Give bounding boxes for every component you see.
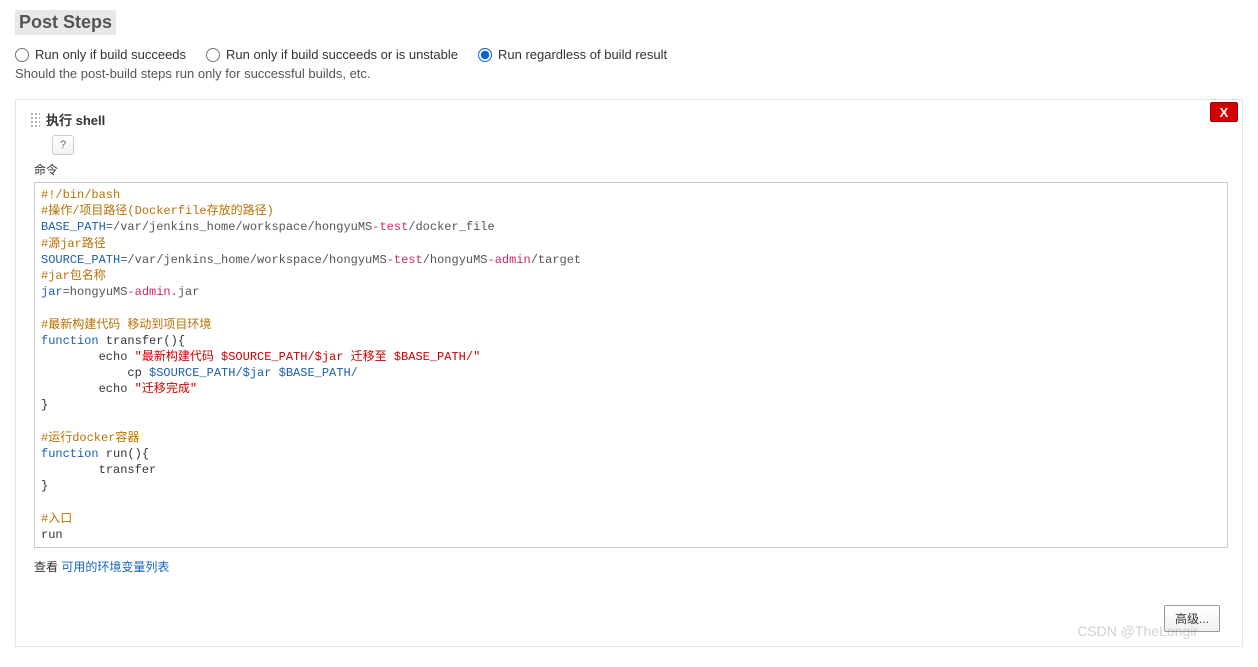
shell-command-input[interactable]: #!/bin/bash #操作/项目路径(Dockerfile存放的路径) BA… — [34, 182, 1228, 548]
code-line: run — [41, 528, 63, 542]
footer-link-row: 查看 可用的环境变量列表 — [34, 558, 1228, 575]
post-steps-radio-group: Run only if build succeeds Run only if b… — [15, 47, 1243, 62]
code-token: function — [41, 334, 99, 348]
radio-unstable[interactable]: Run only if build succeeds or is unstabl… — [206, 47, 458, 62]
section-title: Post Steps — [15, 10, 116, 35]
code-token: $SOURCE_PATH/$jar $BASE_PATH/ — [149, 366, 358, 380]
code-token: -test — [387, 253, 423, 267]
advanced-button[interactable]: 高级... — [1164, 605, 1220, 632]
code-token: /docker_file — [408, 220, 494, 234]
code-token: run(){ — [99, 447, 149, 461]
code-token: =/var/jenkins_home/workspace/hongyuMS — [120, 253, 386, 267]
code-line: #操作/项目路径(Dockerfile存放的路径) — [41, 204, 274, 218]
code-token: BASE_PATH — [41, 220, 106, 234]
code-line: #最新构建代码 移动到项目环境 — [41, 318, 211, 332]
step-header: 执行 shell — [30, 110, 1228, 129]
code-token: /target — [531, 253, 581, 267]
radio-succeeds-input[interactable] — [15, 48, 29, 62]
shell-step-box: X 执行 shell ? 命令 #!/bin/bash #操作/项目路径(Doc… — [15, 99, 1243, 647]
code-token: jar — [178, 285, 200, 299]
radio-regardless-label: Run regardless of build result — [498, 47, 667, 62]
code-token: -admin — [488, 253, 531, 267]
code-token: -test — [372, 220, 408, 234]
code-line: transfer — [41, 463, 156, 477]
command-label: 命令 — [34, 161, 1228, 178]
code-token: jar — [41, 285, 63, 299]
code-line: #运行docker容器 — [41, 431, 139, 445]
step-title: 执行 shell — [46, 110, 105, 129]
code-line: } — [41, 479, 48, 493]
code-token: "最新构建代码 $SOURCE_PATH/$jar 迁移至 $BASE_PATH… — [135, 350, 481, 364]
radio-regardless[interactable]: Run regardless of build result — [478, 47, 667, 62]
env-vars-link[interactable]: 可用的环境变量列表 — [61, 560, 169, 574]
radio-succeeds[interactable]: Run only if build succeeds — [15, 47, 186, 62]
radio-regardless-input[interactable] — [478, 48, 492, 62]
code-token: =hongyuMS — [63, 285, 128, 299]
code-token: "迁移完成" — [135, 382, 197, 396]
footer-prefix: 查看 — [34, 560, 61, 574]
advanced-row: 高级... — [30, 605, 1228, 632]
radio-unstable-input[interactable] — [206, 48, 220, 62]
drag-handle-icon[interactable] — [30, 112, 40, 128]
code-line: #入口 — [41, 512, 72, 526]
code-token: /hongyuMS — [423, 253, 488, 267]
code-token: cp — [41, 366, 149, 380]
code-token: SOURCE_PATH — [41, 253, 120, 267]
code-token: =/var/jenkins_home/workspace/hongyuMS — [106, 220, 372, 234]
hint-text: Should the post-build steps run only for… — [15, 66, 1243, 81]
code-line: #源jar路径 — [41, 237, 106, 251]
code-token: -admin. — [127, 285, 177, 299]
code-line: } — [41, 398, 48, 412]
code-token: function — [41, 447, 99, 461]
radio-unstable-label: Run only if build succeeds or is unstabl… — [226, 47, 458, 62]
radio-succeeds-label: Run only if build succeeds — [35, 47, 186, 62]
code-line: #!/bin/bash — [41, 188, 120, 202]
code-line: #jar包名称 — [41, 269, 106, 283]
code-token: echo — [41, 350, 135, 364]
delete-step-button[interactable]: X — [1210, 102, 1238, 122]
code-token: echo — [41, 382, 135, 396]
help-button[interactable]: ? — [52, 135, 74, 155]
code-token: transfer(){ — [99, 334, 185, 348]
